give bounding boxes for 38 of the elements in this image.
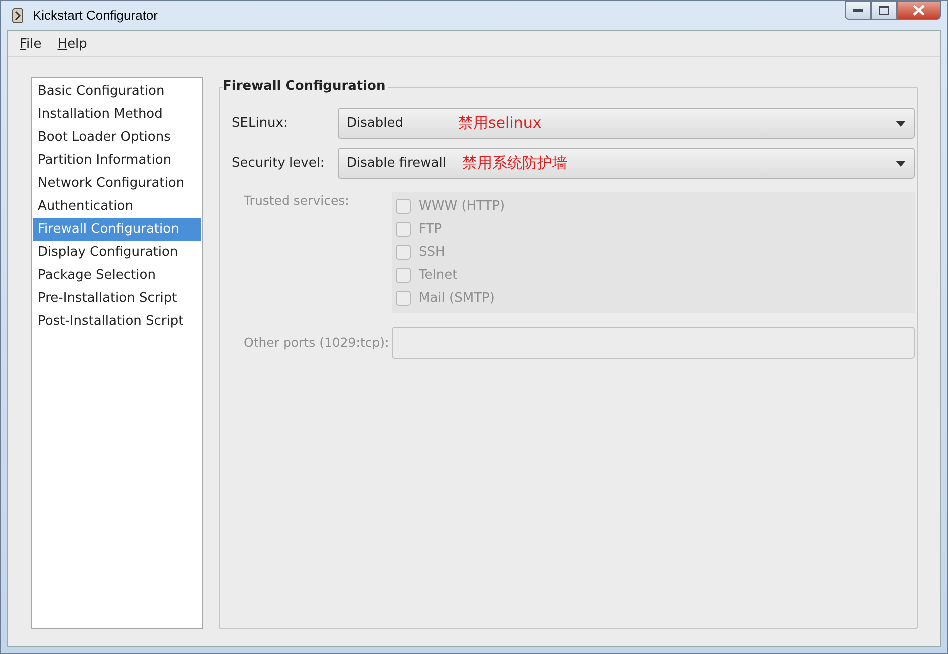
sidebar-item[interactable]: Partition Information — [33, 149, 201, 172]
checkbox-label: Telnet — [419, 266, 458, 285]
minimize-icon — [853, 8, 863, 12]
checkbox-label: Mail (SMTP) — [419, 290, 495, 308]
sidebar-item[interactable]: Basic Configuration — [33, 80, 201, 103]
annotation-text: 禁用selinux — [458, 113, 542, 134]
close-icon — [913, 5, 925, 16]
sidebar-item[interactable]: Boot Loader Options — [33, 126, 201, 149]
field-label: Security level: — [232, 154, 326, 173]
menu-item[interactable]: File — [14, 33, 48, 54]
maximize-icon — [879, 6, 889, 15]
field-label: SELinux: — [232, 114, 289, 133]
checkbox-label: FTP — [419, 220, 442, 239]
annotation-text: 禁用系统防护墙 — [462, 153, 568, 174]
sidebar-item[interactable]: Display Configuration — [33, 241, 201, 264]
field-label: Trusted services: — [243, 192, 350, 210]
sidebar-item[interactable]: Post-Installation Script — [33, 310, 201, 333]
sidebar-item[interactable]: Installation Method — [33, 103, 201, 126]
app-icon — [11, 8, 25, 24]
minimize-button[interactable] — [845, 1, 871, 20]
caret-icon — [896, 160, 906, 166]
checkbox-label: WWW (HTTP) — [419, 198, 506, 216]
dropdown[interactable]: Disabled 禁用selinux — [338, 108, 915, 139]
sidebar-item[interactable]: Authentication — [33, 195, 201, 218]
panel-title: Firewall Configuration — [223, 78, 388, 96]
maximize-button[interactable] — [871, 1, 897, 20]
menu-item[interactable]: Help — [52, 33, 94, 54]
close-button[interactable] — [897, 1, 941, 20]
dropdown-value: Disabled — [347, 114, 404, 133]
window-title: Kickstart Configurator — [33, 6, 158, 25]
sidebar-item[interactable]: Package Selection — [33, 264, 201, 287]
sidebar-item[interactable]: Network Configuration — [33, 172, 201, 195]
sidebar-item[interactable]: Pre-Installation Script — [33, 287, 201, 310]
checkbox-label: SSH — [419, 244, 446, 262]
dropdown-value: Disable firewall — [347, 154, 446, 173]
caret-icon — [896, 120, 906, 126]
dropdown[interactable]: Disable firewall 禁用系统防护墙 — [338, 148, 915, 179]
field-label: Other ports (1029:tcp): — [243, 334, 390, 352]
